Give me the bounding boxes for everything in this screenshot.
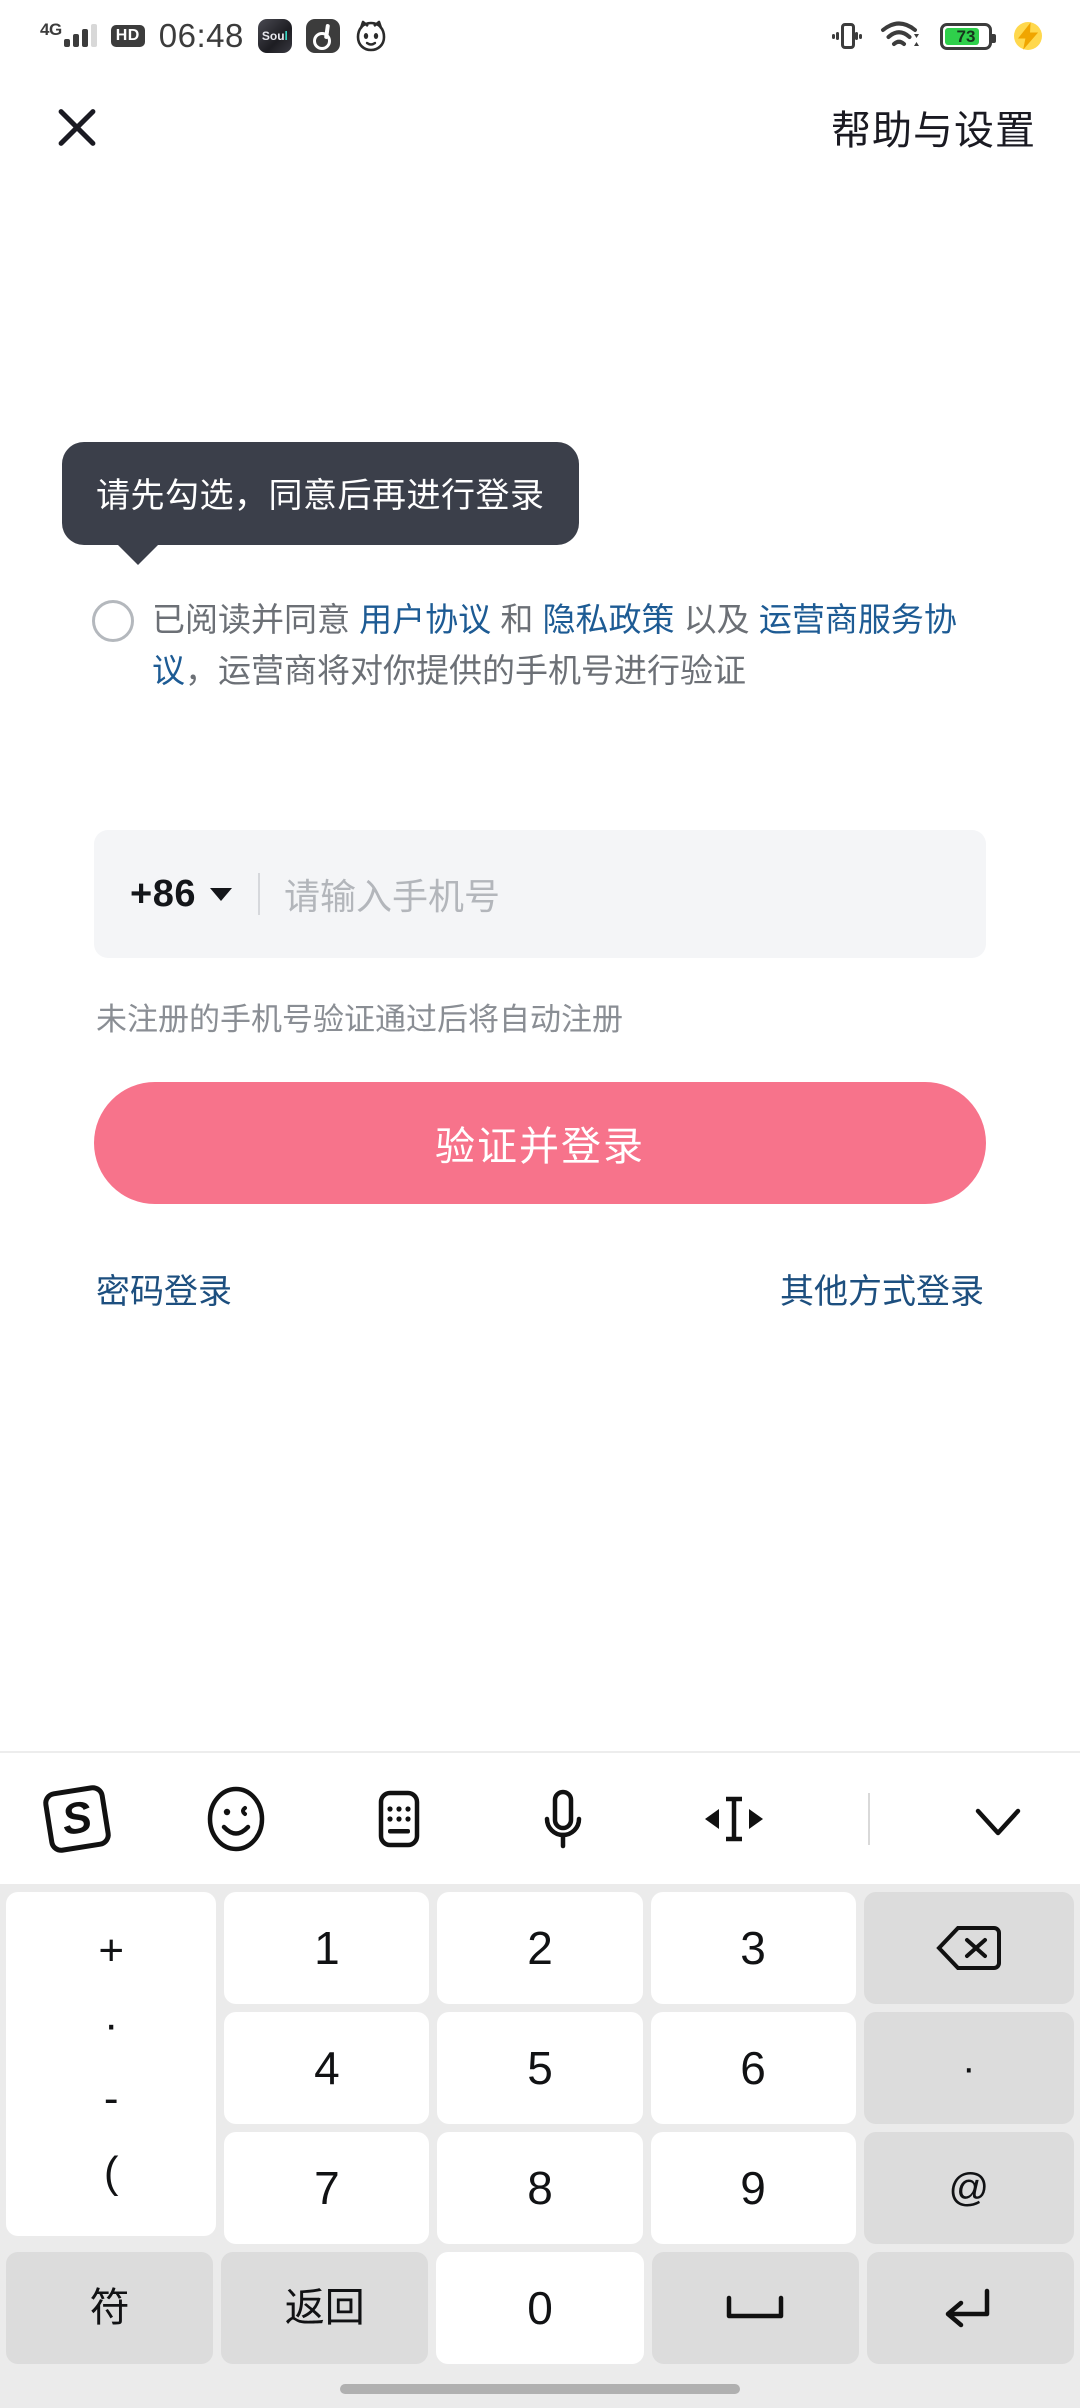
soul-app-label: Sou bbox=[261, 29, 285, 43]
backspace-key[interactable] bbox=[863, 1892, 1075, 2004]
enter-key[interactable] bbox=[866, 2252, 1075, 2364]
emoji-icon[interactable] bbox=[200, 1783, 272, 1855]
toolbar-divider bbox=[868, 1792, 871, 1845]
keypad-bottom-row: 符 返回 0 bbox=[0, 2244, 1080, 2370]
digit-key-5[interactable]: 5 bbox=[437, 2012, 643, 2124]
digit-key-1[interactable]: 1 bbox=[224, 1892, 430, 2004]
keyboard-switch-icon[interactable] bbox=[363, 1783, 435, 1855]
agreement-text: 已阅读并同意 用户协议 和 隐私政策 以及 运营商服务协议，运营商将对你提供的手… bbox=[152, 594, 1016, 696]
left-paren-key[interactable]: ( bbox=[104, 2148, 119, 2198]
help-and-settings-link[interactable]: 帮助与设置 bbox=[831, 98, 1036, 156]
wifi-icon bbox=[880, 20, 922, 52]
login-content: 请先勾选，同意后再进行登录 已阅读并同意 用户协议 和 隐私政策 以及 运营商服… bbox=[0, 182, 1080, 1751]
space-key[interactable] bbox=[651, 2252, 859, 2364]
microphone-icon[interactable] bbox=[527, 1783, 599, 1855]
network-type-label: 4G bbox=[40, 20, 62, 39]
function-column: · @ bbox=[863, 1892, 1075, 2244]
symbol-stack-key[interactable]: + · - ( bbox=[6, 1892, 217, 2236]
digit-key-0[interactable]: 0 bbox=[436, 2252, 644, 2364]
signal-strength-icon: 4G bbox=[40, 21, 97, 47]
auto-register-hint: 未注册的手机号验证通过后将自动注册 bbox=[96, 1002, 623, 1037]
digit-key-7[interactable]: 7 bbox=[224, 2132, 430, 2244]
phone-number-input[interactable]: 请输入手机号 bbox=[284, 868, 500, 920]
country-code-label[interactable]: +86 bbox=[130, 873, 196, 916]
digit-key-3[interactable]: 3 bbox=[650, 1892, 856, 2004]
home-indicator-bar bbox=[340, 2384, 740, 2394]
return-key[interactable]: 返回 bbox=[221, 2252, 429, 2364]
status-bar-left: 4G HD 06:48 Sou l bbox=[40, 17, 388, 55]
dot-key[interactable]: · bbox=[863, 2012, 1075, 2124]
agreement-between-2: 以及 bbox=[674, 601, 759, 638]
cat-app-icon bbox=[354, 19, 388, 53]
keyboard-toolbar: S bbox=[0, 1751, 1080, 1884]
soul-app-label-accent: l bbox=[284, 29, 288, 43]
symbols-key[interactable]: 符 bbox=[6, 2252, 214, 2364]
alternate-login-row: 密码登录 其他方式登录 bbox=[96, 1264, 984, 1313]
user-agreement-link[interactable]: 用户协议 bbox=[359, 601, 491, 638]
digit-key-4[interactable]: 4 bbox=[224, 2012, 430, 2124]
numpad-row-3: 7 8 9 bbox=[224, 2132, 856, 2244]
phone-screen: 4G HD 06:48 Sou l 73 帮助与设置 请先勾选，同意后再进行登录… bbox=[0, 0, 1080, 2408]
privacy-policy-link[interactable]: 隐私政策 bbox=[543, 601, 675, 638]
status-bar: 4G HD 06:48 Sou l 73 bbox=[0, 0, 1080, 72]
cursor-move-icon[interactable] bbox=[691, 1783, 777, 1855]
other-login-methods-link[interactable]: 其他方式登录 bbox=[780, 1264, 984, 1313]
close-icon[interactable] bbox=[48, 98, 106, 156]
password-login-link[interactable]: 密码登录 bbox=[96, 1264, 232, 1313]
numpad-row-1: 1 2 3 bbox=[224, 1892, 856, 2004]
agreement-tooltip: 请先勾选，同意后再进行登录 bbox=[62, 442, 579, 565]
agreement-row: 已阅读并同意 用户协议 和 隐私政策 以及 运营商服务协议，运营商将对你提供的手… bbox=[92, 594, 1016, 696]
digit-key-9[interactable]: 9 bbox=[650, 2132, 856, 2244]
at-key[interactable]: @ bbox=[863, 2132, 1075, 2244]
agreement-suffix: ，运营商将对你提供的手机号进行验证 bbox=[185, 652, 746, 690]
signal-bars-icon bbox=[63, 24, 97, 47]
chevron-down-icon[interactable] bbox=[209, 887, 232, 901]
douyin-app-icon bbox=[305, 19, 340, 53]
soul-app-icon: Sou l bbox=[257, 19, 292, 53]
battery-icon: 73 bbox=[940, 22, 996, 50]
status-clock: 06:48 bbox=[158, 17, 244, 54]
hd-badge: HD bbox=[110, 25, 145, 47]
vibrate-icon bbox=[832, 19, 862, 53]
home-indicator bbox=[0, 2370, 1080, 2408]
tooltip-tail bbox=[116, 543, 160, 565]
plus-key[interactable]: + bbox=[98, 1926, 124, 1976]
keyboard: S + · - (1 2 3 4 5 6 7 8 9 · @ 符 返回 0 bbox=[0, 1751, 1080, 2408]
field-divider bbox=[257, 873, 260, 915]
numpad-columns: 1 2 3 4 5 6 7 8 9 bbox=[224, 1892, 856, 2244]
status-bar-right: 73 bbox=[832, 18, 1046, 54]
agreement-between-1: 和 bbox=[491, 601, 543, 638]
digit-key-2[interactable]: 2 bbox=[437, 1892, 643, 2004]
phone-input-field[interactable]: +86 请输入手机号 bbox=[94, 830, 986, 958]
verify-and-login-button[interactable]: 验证并登录 bbox=[94, 1082, 986, 1204]
agreement-checkbox[interactable] bbox=[92, 600, 134, 642]
charging-bolt-icon bbox=[1010, 18, 1046, 54]
battery-percent-label: 73 bbox=[956, 26, 976, 46]
digit-key-6[interactable]: 6 bbox=[650, 2012, 856, 2124]
tooltip-message: 请先勾选，同意后再进行登录 bbox=[96, 477, 545, 515]
page-header: 帮助与设置 bbox=[0, 72, 1080, 182]
numpad-row-2: 4 5 6 bbox=[224, 2012, 856, 2124]
sogou-logo-icon[interactable]: S bbox=[41, 1783, 113, 1854]
agreement-prefix: 已阅读并同意 bbox=[152, 601, 360, 638]
keypad-grid: + · - ( 1 2 3 4 5 6 7 8 9 · @ bbox=[0, 1884, 1080, 2244]
minus-key[interactable]: - bbox=[104, 2074, 119, 2124]
symbol-column: + · - ( bbox=[6, 1892, 217, 2244]
digit-key-8[interactable]: 8 bbox=[437, 2132, 643, 2244]
middot-key[interactable]: · bbox=[104, 2000, 119, 2050]
chevron-down-icon[interactable] bbox=[962, 1783, 1034, 1855]
